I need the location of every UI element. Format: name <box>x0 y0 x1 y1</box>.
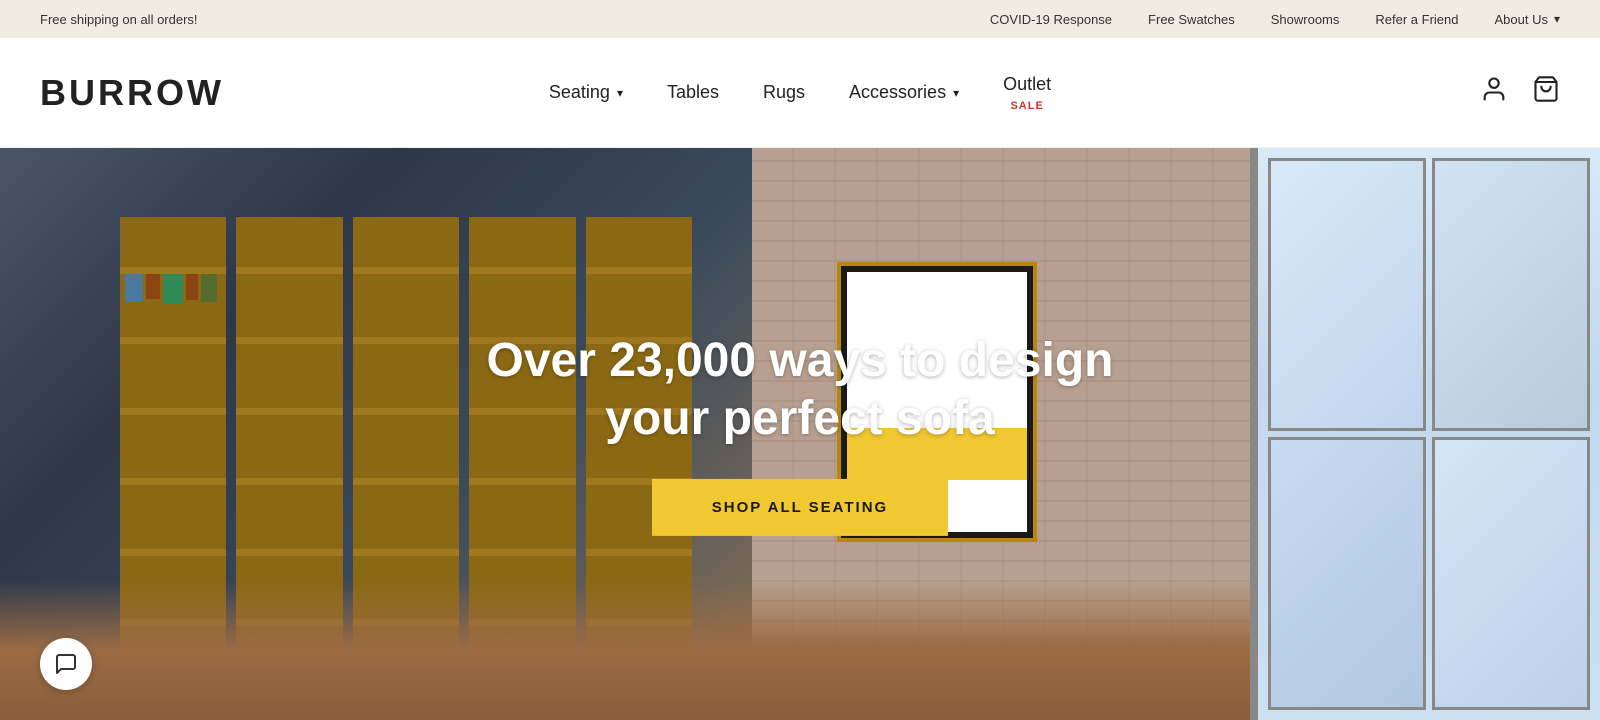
nav-accessories[interactable]: Accessories ▾ <box>849 82 959 103</box>
logo[interactable]: BURROW <box>40 72 224 114</box>
shop-all-seating-button[interactable]: SHOP ALL SEATING <box>652 479 948 536</box>
showrooms-link[interactable]: Showrooms <box>1271 12 1340 27</box>
top-banner-links: COVID-19 Response Free Swatches Showroom… <box>990 12 1560 27</box>
sale-badge: SALE <box>1010 100 1043 112</box>
covid-link[interactable]: COVID-19 Response <box>990 12 1112 27</box>
chat-button[interactable] <box>40 638 92 690</box>
top-banner: Free shipping on all orders! COVID-19 Re… <box>0 0 1600 38</box>
nav-tables[interactable]: Tables <box>667 82 719 103</box>
sofa-left <box>0 580 752 720</box>
hero-content: Over 23,000 ways to design your perfect … <box>450 332 1150 536</box>
seating-chevron-icon: ▾ <box>617 86 623 100</box>
nav-rugs[interactable]: Rugs <box>763 82 805 103</box>
nav-icons <box>1480 75 1560 110</box>
window-panes <box>1250 148 1600 720</box>
swatches-link[interactable]: Free Swatches <box>1148 12 1235 27</box>
cart-icon[interactable] <box>1532 75 1560 110</box>
account-icon[interactable] <box>1480 75 1508 110</box>
nav-links: Seating ▾ Tables Rugs Accessories ▾ Outl… <box>549 74 1051 112</box>
shipping-notice: Free shipping on all orders! <box>40 12 198 27</box>
window-area <box>1250 148 1600 720</box>
accessories-chevron-icon: ▾ <box>953 86 959 100</box>
about-us-link[interactable]: About Us ▾ <box>1494 12 1560 27</box>
shelf-books-row1 <box>125 274 217 304</box>
about-chevron-icon: ▾ <box>1554 12 1560 26</box>
nav-seating[interactable]: Seating ▾ <box>549 82 623 103</box>
hero-title: Over 23,000 ways to design your perfect … <box>450 332 1150 447</box>
main-nav: BURROW Seating ▾ Tables Rugs Accessories… <box>0 38 1600 148</box>
hero-section: Over 23,000 ways to design your perfect … <box>0 148 1600 720</box>
nav-outlet[interactable]: Outlet SALE <box>1003 74 1051 112</box>
chat-icon <box>54 652 78 676</box>
sofa-right <box>752 580 1250 720</box>
refer-link[interactable]: Refer a Friend <box>1375 12 1458 27</box>
